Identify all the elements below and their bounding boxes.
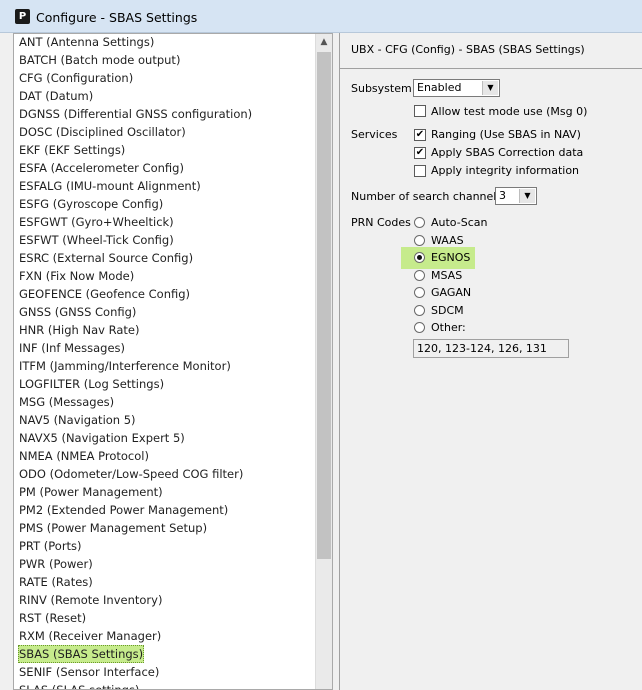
list-item[interactable]: DOSC (Disciplined Oscillator)	[18, 123, 187, 141]
app-icon: P	[15, 9, 30, 24]
scroll-up-arrow-icon[interactable]: ▲	[316, 34, 332, 51]
panel-header: UBX - CFG (Config) - SBAS (SBAS Settings…	[340, 33, 642, 69]
service-checkbox[interactable]: ✔	[414, 147, 426, 159]
list-item[interactable]: ESFG (Gyroscope Config)	[18, 195, 164, 213]
settings-panel: UBX - CFG (Config) - SBAS (SBAS Settings…	[340, 33, 642, 690]
prn-radio-button[interactable]	[414, 252, 425, 263]
prn-radio-button[interactable]	[414, 322, 425, 333]
prn-radio-button[interactable]	[414, 269, 425, 281]
list-item[interactable]: PMS (Power Management Setup)	[18, 519, 208, 537]
message-list[interactable]: ANT (Antenna Settings) BATCH (Batch mode …	[13, 33, 333, 690]
list-item[interactable]: NAVX5 (Navigation Expert 5)	[18, 429, 186, 447]
list-item[interactable]: EKF (EKF Settings)	[18, 141, 126, 159]
window-titlebar: P Configure - SBAS Settings	[0, 0, 642, 33]
list-item[interactable]: RST (Reset)	[18, 609, 87, 627]
dropdown-arrow-icon[interactable]: ▼	[519, 189, 535, 203]
radio-dot-icon	[417, 255, 422, 260]
prn-radio-button[interactable]	[414, 217, 425, 228]
list-item[interactable]: SLAS (SLAS settings)	[18, 681, 140, 689]
left-frame: ANT (Antenna Settings) BATCH (Batch mode …	[0, 33, 339, 690]
list-item[interactable]: HNR (High Nav Rate)	[18, 321, 140, 339]
list-item[interactable]: FXN (Fix Now Mode)	[18, 267, 135, 285]
prn-radio-button[interactable]	[414, 304, 425, 316]
prn-option-label: Other:	[431, 321, 466, 334]
list-item[interactable]: MSG (Messages)	[18, 393, 115, 411]
scroll-thumb[interactable]	[317, 52, 331, 559]
service-label: Apply SBAS Correction data	[431, 146, 584, 159]
service-label: Apply integrity information	[431, 164, 580, 177]
prn-option-label: Auto-Scan	[431, 216, 488, 229]
other-prn-field[interactable]: 120, 123-124, 126, 131	[413, 339, 569, 358]
channels-value: 3	[499, 189, 506, 202]
channels-label: Number of search channels	[351, 190, 503, 203]
services-label: Services	[351, 128, 398, 141]
list-item[interactable]: PM2 (Extended Power Management)	[18, 501, 229, 519]
subsystem-label: Subsystem	[351, 82, 412, 95]
pane-splitter[interactable]	[333, 33, 340, 690]
list-item[interactable]: DAT (Datum)	[18, 87, 94, 105]
prn-option-label: EGNOS	[431, 251, 471, 264]
list-item[interactable]: ESFA (Accelerometer Config)	[18, 159, 185, 177]
list-item[interactable]: PM (Power Management)	[18, 483, 164, 501]
subsystem-value: Enabled	[417, 81, 462, 94]
test-mode-label: Allow test mode use (Msg 0)	[431, 105, 588, 118]
list-item[interactable]: RINV (Remote Inventory)	[18, 591, 163, 609]
prn-option-label: SDCM	[431, 303, 464, 317]
list-item[interactable]: ITFM (Jamming/Interference Monitor)	[18, 357, 232, 375]
channels-dropdown[interactable]: 3 ▼	[495, 187, 537, 205]
list-item[interactable]: GEOFENCE (Geofence Config)	[18, 285, 191, 303]
list-item[interactable]: RXM (Receiver Manager)	[18, 627, 162, 645]
prn-option-label: MSAS	[431, 268, 463, 282]
list-item[interactable]: LOGFILTER (Log Settings)	[18, 375, 165, 393]
list-item[interactable]: SBAS (SBAS Settings)	[18, 645, 145, 663]
list-item[interactable]: ESFGWT (Gyro+Wheeltick)	[18, 213, 175, 231]
list-item[interactable]: NAV5 (Navigation 5)	[18, 411, 137, 429]
service-checkbox[interactable]: ✔	[414, 129, 426, 141]
list-item[interactable]: CFG (Configuration)	[18, 69, 134, 87]
list-item[interactable]: DGNSS (Differential GNSS configuration)	[18, 105, 253, 123]
list-item[interactable]: SENIF (Sensor Interface)	[18, 663, 160, 681]
prn-radio-button[interactable]	[414, 234, 425, 246]
list-item[interactable]: ANT (Antenna Settings)	[18, 34, 155, 51]
test-mode-checkbox[interactable]	[414, 105, 426, 117]
list-item[interactable]: INF (Inf Messages)	[18, 339, 126, 357]
service-label: Ranging (Use SBAS in NAV)	[431, 128, 581, 141]
vertical-scrollbar[interactable]: ▲	[315, 34, 332, 689]
list-item[interactable]: GNSS (GNSS Config)	[18, 303, 137, 321]
other-prn-value: 120, 123-124, 126, 131	[417, 342, 547, 355]
prn-option-label: WAAS	[431, 233, 464, 247]
list-item[interactable]: PWR (Power)	[18, 555, 94, 573]
prn-option-label: GAGAN	[431, 286, 472, 299]
dropdown-arrow-icon[interactable]: ▼	[482, 81, 498, 95]
list-item[interactable]: ESRC (External Source Config)	[18, 249, 194, 267]
list-item[interactable]: PRT (Ports)	[18, 537, 83, 555]
prn-codes-label: PRN Codes	[351, 216, 411, 229]
list-item[interactable]: ODO (Odometer/Low-Speed COG filter)	[18, 465, 244, 483]
service-checkbox[interactable]	[414, 165, 426, 177]
list-item[interactable]: BATCH (Batch mode output)	[18, 51, 181, 69]
list-item[interactable]: NMEA (NMEA Protocol)	[18, 447, 150, 465]
list-item[interactable]: RATE (Rates)	[18, 573, 94, 591]
panel-header-title: UBX - CFG (Config) - SBAS (SBAS Settings…	[351, 43, 585, 56]
subsystem-dropdown[interactable]: Enabled ▼	[413, 79, 500, 97]
prn-radio-button[interactable]	[414, 287, 425, 298]
list-item[interactable]: ESFWT (Wheel-Tick Config)	[18, 231, 175, 249]
window-title: Configure - SBAS Settings	[36, 10, 198, 25]
list-item[interactable]: ESFALG (IMU-mount Alignment)	[18, 177, 202, 195]
